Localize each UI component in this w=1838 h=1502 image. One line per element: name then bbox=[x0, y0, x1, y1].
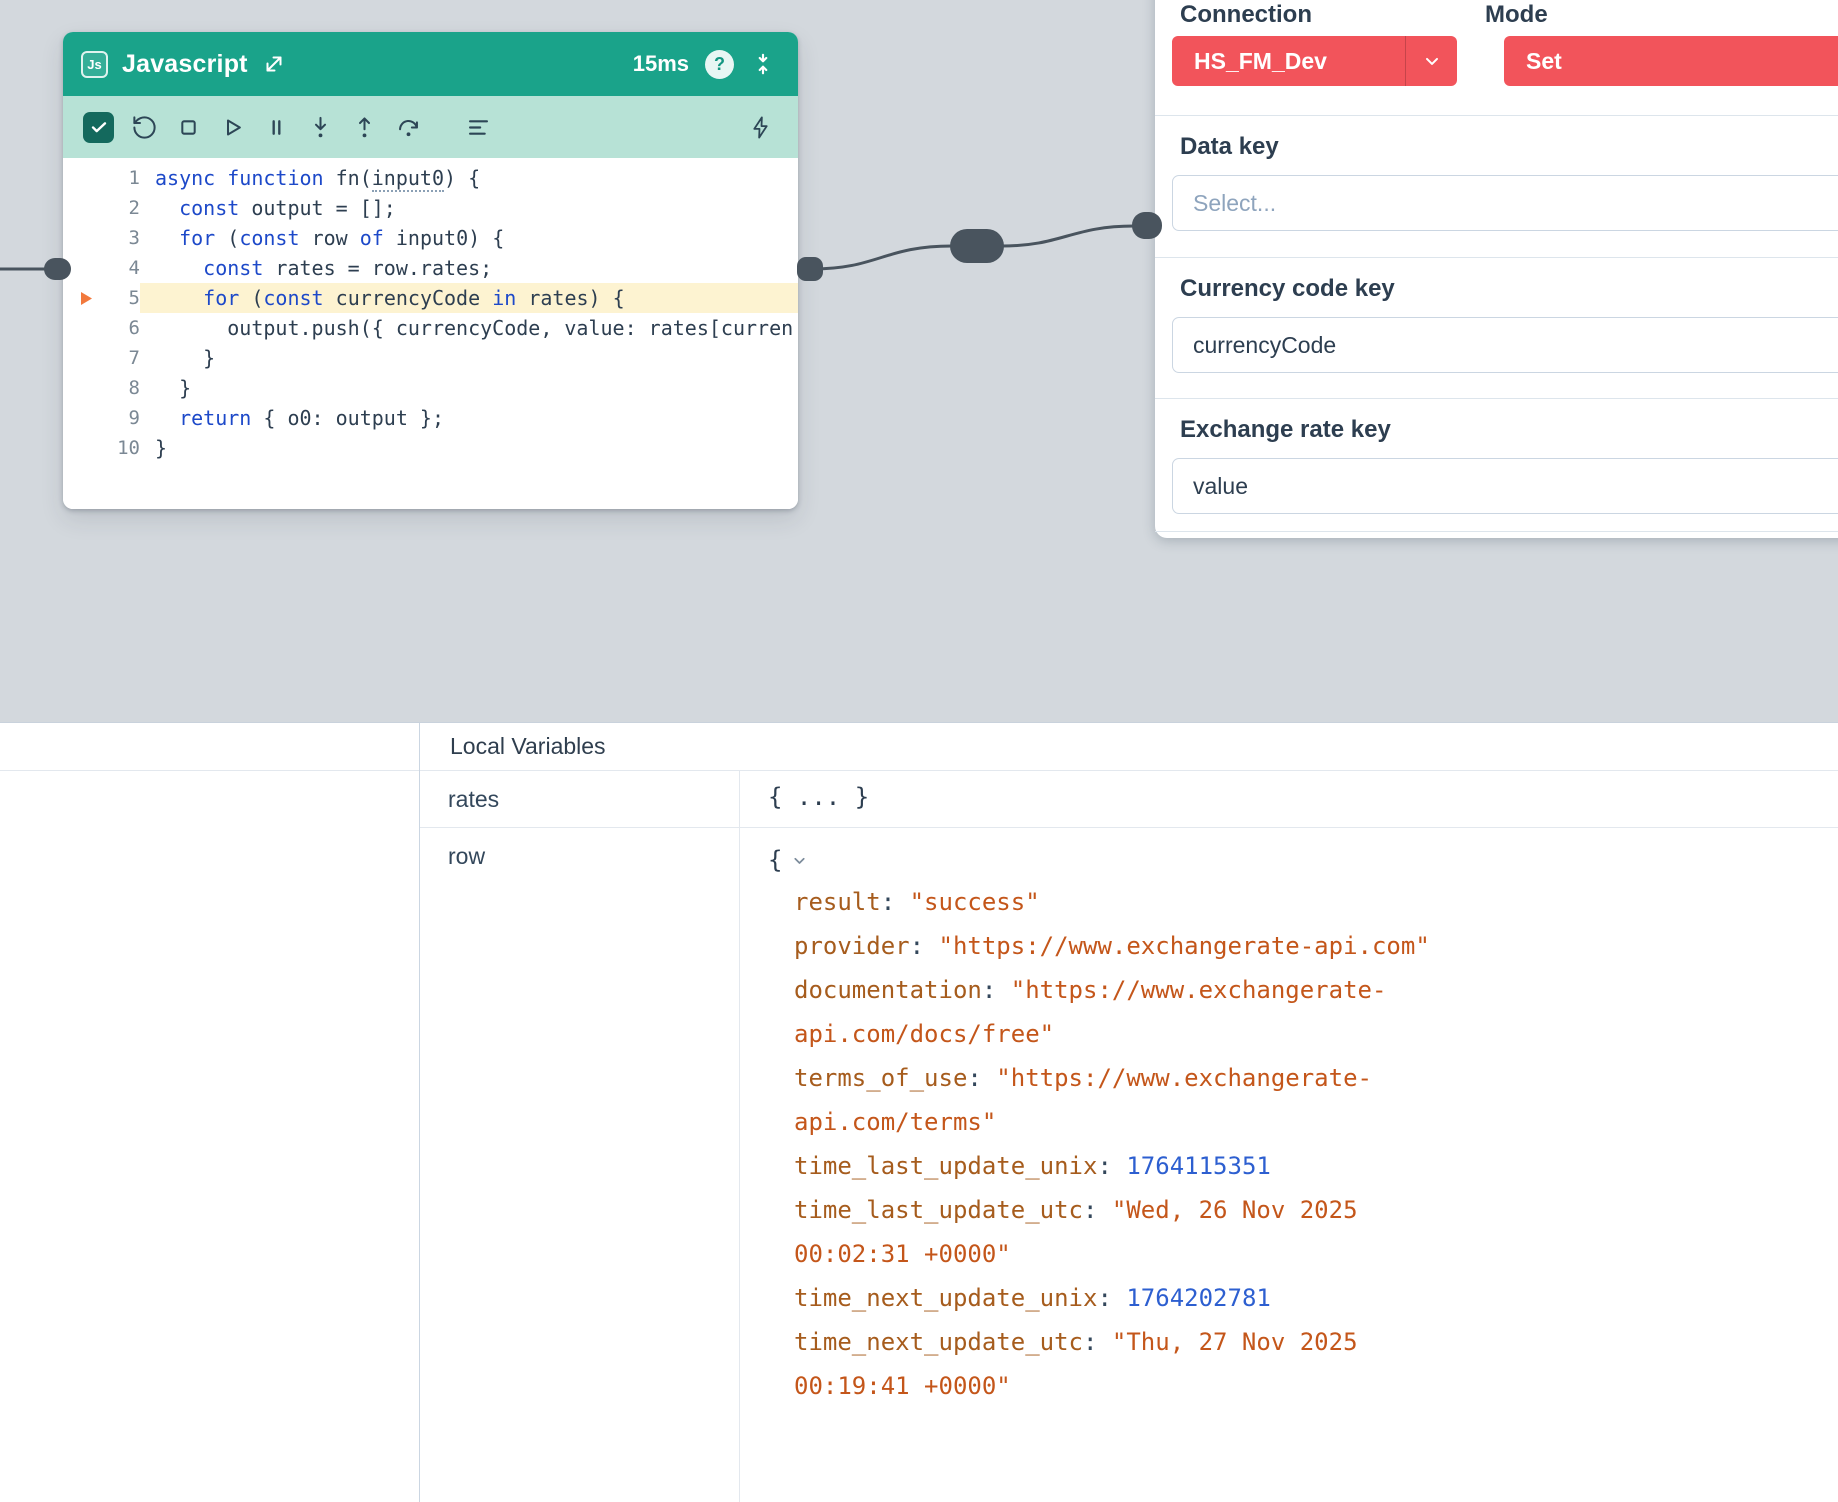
object-entry: time_last_update_unix: 1764115351 bbox=[794, 1144, 1468, 1188]
line-number[interactable]: 7 bbox=[63, 343, 140, 373]
inspector-left-header bbox=[0, 723, 419, 771]
exchange-rate-key-input[interactable] bbox=[1172, 458, 1838, 514]
collapse-object-icon[interactable] bbox=[791, 852, 808, 869]
execution-duration: 15ms bbox=[633, 51, 689, 77]
code-line-10[interactable]: 10} bbox=[63, 433, 798, 463]
chevron-down-icon[interactable] bbox=[1405, 36, 1457, 86]
step-over-icon[interactable] bbox=[395, 114, 422, 141]
mode-label: Mode bbox=[1485, 1, 1548, 29]
data-key-label: Data key bbox=[1155, 132, 1838, 162]
code-line-3[interactable]: 3 for (const row of input0) { bbox=[63, 223, 798, 253]
local-variables-header: Local Variables bbox=[420, 723, 1838, 771]
code-text: return { o0: output }; bbox=[140, 403, 798, 433]
object-entry: time_next_update_utc: "Thu, 27 Nov 2025 … bbox=[794, 1320, 1468, 1408]
javascript-node[interactable]: Js Javascript 15ms ? bbox=[63, 32, 798, 509]
code-line-8[interactable]: 8 } bbox=[63, 373, 798, 403]
line-number[interactable]: 9 bbox=[63, 403, 140, 433]
code-line-9[interactable]: 9 return { o0: output }; bbox=[63, 403, 798, 433]
line-number[interactable]: 1 bbox=[63, 163, 140, 193]
exchange-rate-key-label: Exchange rate key bbox=[1155, 415, 1838, 445]
play-icon[interactable] bbox=[219, 114, 246, 141]
code-line-5[interactable]: 5 for (const currencyCode in rates) { bbox=[63, 283, 798, 313]
next-node-input-port[interactable] bbox=[1132, 212, 1162, 239]
wire-midpoint-handle[interactable] bbox=[950, 229, 1004, 263]
code-line-4[interactable]: 4 const rates = row.rates; bbox=[63, 253, 798, 283]
panel-divider bbox=[1155, 531, 1838, 532]
line-number[interactable]: 6 bbox=[63, 313, 140, 343]
panel-divider bbox=[1155, 115, 1838, 116]
node-header: Js Javascript 15ms ? bbox=[63, 32, 798, 96]
code-line-1[interactable]: 1async function fn(input0) { bbox=[63, 163, 798, 193]
node-output-port[interactable] bbox=[797, 257, 823, 281]
variable-row-row: row { result: "success"provider: "https:… bbox=[420, 828, 1838, 1502]
object-entry: documentation: "https://www.exchangerate… bbox=[794, 968, 1468, 1056]
code-lines: 1async function fn(input0) {2 const outp… bbox=[63, 163, 798, 463]
code-text: for (const row of input0) { bbox=[140, 223, 798, 253]
js-icon: Js bbox=[81, 51, 108, 78]
variable-preview-rates[interactable]: { ... } bbox=[740, 771, 1838, 827]
variable-row-rates[interactable]: rates { ... } bbox=[420, 771, 1838, 828]
debug-toolbar bbox=[63, 96, 798, 158]
code-line-6[interactable]: 6 output.push({ currencyCode, value: rat… bbox=[63, 313, 798, 343]
local-variables-pane: Local Variables rates { ... } row { resu… bbox=[420, 723, 1838, 1502]
open-brace: { bbox=[768, 840, 782, 880]
code-text: } bbox=[140, 343, 798, 373]
connection-value: HS_FM_Dev bbox=[1194, 48, 1327, 75]
code-text: } bbox=[140, 433, 798, 463]
line-number[interactable]: 10 bbox=[63, 433, 140, 463]
variable-value-row: { result: "success"provider: "https://ww… bbox=[740, 828, 1838, 1502]
workflow-canvas[interactable]: Js Javascript 15ms ? bbox=[0, 0, 1838, 722]
execution-pointer-icon bbox=[78, 290, 95, 307]
app-screen: Js Javascript 15ms ? bbox=[0, 0, 1838, 1502]
code-line-2[interactable]: 2 const output = []; bbox=[63, 193, 798, 223]
line-number[interactable]: 3 bbox=[63, 223, 140, 253]
config-panel: Connection Mode HS_FM_Dev Set Data key C… bbox=[1155, 0, 1838, 538]
object-entry: result: "success" bbox=[794, 880, 1468, 924]
expand-icon[interactable] bbox=[262, 52, 286, 76]
connection-select-button[interactable]: HS_FM_Dev bbox=[1172, 36, 1457, 86]
line-number[interactable]: 2 bbox=[63, 193, 140, 223]
code-text: for (const currencyCode in rates) { bbox=[140, 283, 798, 313]
object-entry: time_next_update_unix: 1764202781 bbox=[794, 1276, 1468, 1320]
step-into-icon[interactable] bbox=[307, 114, 334, 141]
format-code-icon[interactable] bbox=[465, 114, 492, 141]
code-text: const rates = row.rates; bbox=[140, 253, 798, 283]
restart-icon[interactable] bbox=[131, 114, 158, 141]
variable-name-row: row bbox=[420, 828, 740, 1502]
stop-icon[interactable] bbox=[175, 114, 202, 141]
inspector-left-pane bbox=[0, 723, 420, 1502]
object-entry: terms_of_use: "https://www.exchangerate-… bbox=[794, 1056, 1468, 1144]
code-editor[interactable]: 1async function fn(input0) {2 const outp… bbox=[63, 158, 798, 509]
step-out-icon[interactable] bbox=[351, 114, 378, 141]
code-text: async function fn(input0) { bbox=[140, 163, 798, 193]
local-variables-title: Local Variables bbox=[450, 733, 606, 760]
mode-set-button[interactable]: Set bbox=[1504, 36, 1838, 86]
run-success-button[interactable] bbox=[83, 112, 114, 143]
object-entry: provider: "https://www.exchangerate-api.… bbox=[794, 924, 1468, 968]
currency-code-key-label: Currency code key bbox=[1155, 274, 1838, 304]
flash-icon[interactable] bbox=[747, 114, 774, 141]
code-text: } bbox=[140, 373, 798, 403]
line-number[interactable]: 4 bbox=[63, 253, 140, 283]
object-entry: time_last_update_utc: "Wed, 26 Nov 2025 … bbox=[794, 1188, 1468, 1276]
mode-button-label: Set bbox=[1526, 48, 1562, 75]
currency-code-key-input[interactable] bbox=[1172, 317, 1838, 373]
help-icon[interactable]: ? bbox=[705, 50, 734, 79]
connection-label: Connection bbox=[1155, 1, 1485, 29]
panel-divider bbox=[1155, 398, 1838, 399]
code-line-7[interactable]: 7 } bbox=[63, 343, 798, 373]
code-text: const output = []; bbox=[140, 193, 798, 223]
row-entries: result: "success"provider: "https://www.… bbox=[768, 880, 1468, 1408]
variable-name-rates: rates bbox=[420, 771, 740, 827]
collapse-icon[interactable] bbox=[750, 51, 776, 77]
data-key-input[interactable] bbox=[1172, 175, 1838, 231]
panel-divider bbox=[1155, 257, 1838, 258]
code-text: output.push({ currencyCode, value: rates… bbox=[140, 313, 798, 343]
pause-icon[interactable] bbox=[263, 114, 290, 141]
line-number[interactable]: 5 bbox=[63, 283, 140, 313]
node-title: Javascript bbox=[122, 50, 248, 79]
inspector-panel: Local Variables rates { ... } row { resu… bbox=[0, 722, 1838, 1502]
node-input-port[interactable] bbox=[44, 258, 71, 280]
line-number[interactable]: 8 bbox=[63, 373, 140, 403]
